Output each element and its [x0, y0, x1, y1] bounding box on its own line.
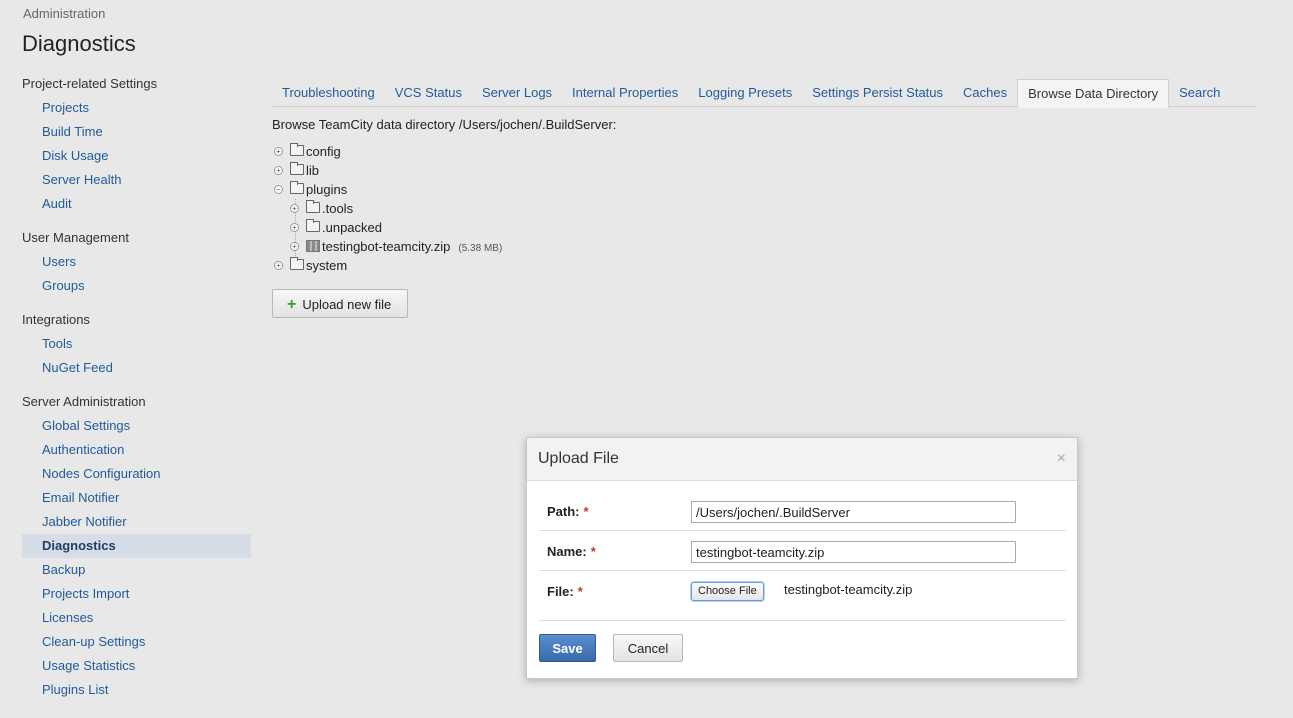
- tree-item-label[interactable]: .tools: [322, 199, 353, 218]
- tab-search[interactable]: Search: [1169, 79, 1230, 107]
- path-label-text: Path:: [547, 504, 580, 519]
- sidebar-item-build-time[interactable]: Build Time: [22, 120, 251, 144]
- browse-directory-label: Browse TeamCity data directory /Users/jo…: [272, 117, 617, 132]
- sidebar-group-title: Server Administration: [22, 394, 146, 409]
- upload-file-dialog: Upload File × Path:* Name:* File:* Choos…: [526, 437, 1078, 679]
- tab-troubleshooting[interactable]: Troubleshooting: [272, 79, 385, 107]
- zip-file-icon: [306, 240, 320, 252]
- sidebar-item-diagnostics[interactable]: Diagnostics: [22, 534, 251, 558]
- collapse-icon[interactable]: −: [274, 185, 283, 194]
- sidebar-item-server-health[interactable]: Server Health: [22, 168, 251, 192]
- tree-item-label[interactable]: system: [306, 256, 347, 275]
- expand-icon[interactable]: +: [274, 147, 283, 156]
- tab-browse-data-directory[interactable]: Browse Data Directory: [1017, 79, 1170, 108]
- file-label-text: File:: [547, 584, 574, 599]
- sidebar-item-jabber-notifier[interactable]: Jabber Notifier: [22, 510, 251, 534]
- path-input[interactable]: [691, 501, 1016, 523]
- tab-vcs-status[interactable]: VCS Status: [385, 79, 472, 107]
- upload-new-file-button[interactable]: + Upload new file: [272, 289, 408, 318]
- folder-icon: [306, 219, 320, 232]
- breadcrumb[interactable]: Administration: [23, 6, 105, 21]
- name-label-text: Name:: [547, 544, 587, 559]
- sidebar-item-users[interactable]: Users: [22, 250, 251, 274]
- folder-icon: [290, 143, 304, 156]
- upload-button-label: Upload new file: [302, 297, 392, 312]
- path-row: Path: *: [539, 491, 1066, 531]
- sidebar-group-title: Project-related Settings: [22, 76, 158, 91]
- sidebar: Project-related Settings Projects Build …: [22, 72, 251, 702]
- sidebar-item-clean-up-settings[interactable]: Clean-up Settings: [22, 630, 251, 654]
- name-input[interactable]: [691, 541, 1016, 563]
- file-name[interactable]: testingbot-teamcity.zip: [322, 239, 450, 254]
- name-label: Name: *: [547, 544, 596, 559]
- selected-file-name: testingbot-teamcity.zip: [784, 582, 913, 597]
- tree-item-label[interactable]: .unpacked: [322, 218, 382, 237]
- sidebar-item-authentication[interactable]: Authentication: [22, 438, 251, 462]
- sidebar-item-audit[interactable]: Audit: [22, 192, 251, 216]
- tree-item-label[interactable]: lib: [306, 161, 319, 180]
- expand-icon[interactable]: +: [274, 261, 283, 270]
- tree-item-label[interactable]: plugins: [306, 180, 347, 199]
- folder-icon: [290, 181, 304, 194]
- cancel-button[interactable]: Cancel: [613, 634, 683, 662]
- expand-icon[interactable]: +: [290, 242, 299, 251]
- tab-settings-persist-status[interactable]: Settings Persist Status: [802, 79, 953, 107]
- tab-caches[interactable]: Caches: [953, 79, 1017, 107]
- sidebar-item-groups[interactable]: Groups: [22, 274, 251, 298]
- expand-icon[interactable]: +: [290, 204, 299, 213]
- folder-icon: [290, 162, 304, 175]
- page-title: Diagnostics: [22, 31, 136, 56]
- sidebar-item-email-notifier[interactable]: Email Notifier: [22, 486, 251, 510]
- sidebar-group-title: Integrations: [22, 312, 90, 327]
- close-icon[interactable]: ×: [1057, 450, 1066, 468]
- sidebar-item-tools[interactable]: Tools: [22, 332, 251, 356]
- sidebar-item-global-settings[interactable]: Global Settings: [22, 414, 251, 438]
- tree-item-label[interactable]: config: [306, 142, 341, 161]
- sidebar-item-backup[interactable]: Backup: [22, 558, 251, 582]
- sidebar-item-nuget-feed[interactable]: NuGet Feed: [22, 356, 251, 380]
- dialog-title: Upload File: [538, 450, 619, 467]
- tab-logging-presets[interactable]: Logging Presets: [688, 79, 802, 107]
- dialog-header: Upload File ×: [527, 438, 1077, 481]
- tab-internal-properties[interactable]: Internal Properties: [562, 79, 688, 107]
- tab-bar: Troubleshooting VCS Status Server Logs I…: [272, 79, 1257, 108]
- tab-server-logs[interactable]: Server Logs: [472, 79, 562, 107]
- sidebar-item-usage-statistics[interactable]: Usage Statistics: [22, 654, 251, 678]
- sidebar-item-projects-import[interactable]: Projects Import: [22, 582, 251, 606]
- required-mark: *: [577, 584, 583, 599]
- expand-icon[interactable]: +: [274, 166, 283, 175]
- required-mark: *: [590, 544, 596, 559]
- sidebar-item-disk-usage[interactable]: Disk Usage: [22, 144, 251, 168]
- required-mark: *: [583, 504, 589, 519]
- file-label: File: *: [547, 584, 583, 599]
- folder-icon: [290, 257, 304, 270]
- file-size: (5.38 MB): [458, 243, 503, 254]
- folder-icon: [306, 200, 320, 213]
- expand-icon[interactable]: +: [290, 223, 299, 232]
- sidebar-item-nodes-configuration[interactable]: Nodes Configuration: [22, 462, 251, 486]
- name-row: Name: *: [539, 531, 1066, 571]
- sidebar-item-licenses[interactable]: Licenses: [22, 606, 251, 630]
- tree-item-label[interactable]: testingbot-teamcity.zip (5.38 MB): [322, 237, 502, 258]
- plus-icon: +: [287, 296, 297, 313]
- choose-file-button[interactable]: Choose File: [691, 582, 764, 601]
- save-button[interactable]: Save: [539, 634, 596, 662]
- sidebar-item-plugins-list[interactable]: Plugins List: [22, 678, 251, 702]
- sidebar-item-projects[interactable]: Projects: [22, 96, 251, 120]
- path-label: Path: *: [547, 504, 589, 519]
- sidebar-group-title: User Management: [22, 230, 129, 245]
- file-row: File: * Choose File testingbot-teamcity.z…: [539, 571, 1066, 621]
